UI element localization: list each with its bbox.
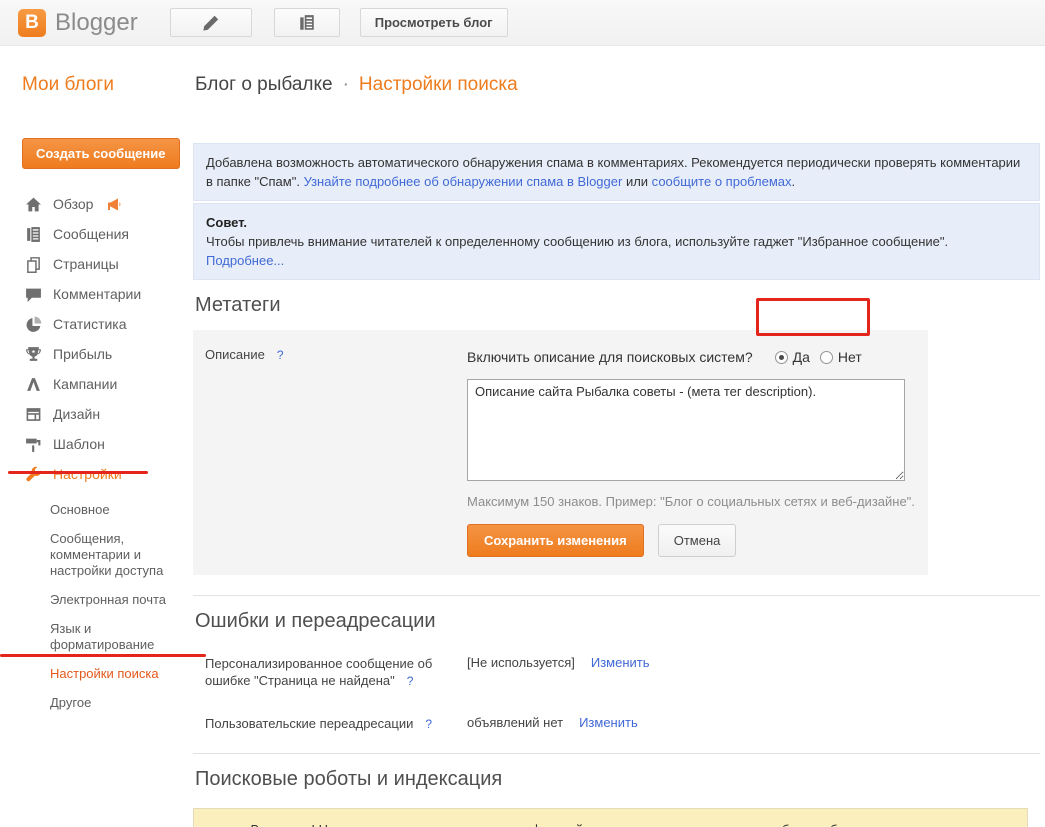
breadcrumb: Блог о рыбалке · Настройки поиска — [195, 74, 518, 96]
save-changes-button[interactable]: Сохранить изменения — [467, 524, 644, 557]
custom-404-label: Персонализированное сообщение об ошибке … — [205, 655, 467, 690]
posts-icon — [25, 226, 42, 243]
section-divider — [193, 595, 1040, 596]
spam-notice: Добавлена возможность автоматического об… — [193, 143, 1040, 201]
section-divider — [193, 753, 1040, 754]
report-problems-link[interactable]: сообщите о проблемах — [652, 174, 792, 189]
spam-notice-after: . — [792, 174, 796, 189]
design-layout-icon — [25, 406, 42, 423]
home-icon — [25, 196, 42, 213]
custom-redirects-edit-link[interactable]: Изменить — [579, 715, 638, 730]
enable-description-row: Включить описание для поисковых систем? … — [467, 345, 928, 369]
tip-notice: Совет. Чтобы привлечь внимание читателей… — [193, 203, 1040, 280]
enable-description-question: Включить описание для поисковых систем? — [467, 349, 753, 365]
sidebar-item-settings[interactable]: Настройки — [0, 459, 193, 489]
subnav-item-language-formatting[interactable]: Язык и форматирование — [50, 621, 178, 653]
custom-404-edit-link[interactable]: Изменить — [591, 655, 650, 670]
sidebar-item-label: Шаблон — [53, 436, 105, 452]
breadcrumb-row: Мои блоги Блог о рыбалке · Настройки поиск… — [0, 46, 1045, 124]
subnav-item-posts-comments-access[interactable]: Сообщения, комментарии и настройки досту… — [50, 531, 178, 579]
new-post-button[interactable] — [170, 8, 252, 37]
help-question-icon[interactable]: ? — [277, 348, 284, 362]
blogger-logo-text: Blogger — [55, 9, 138, 37]
breadcrumb-separator: · — [343, 74, 349, 95]
sidebar-item-design[interactable]: Дизайн — [0, 399, 193, 429]
settings-wrench-icon — [25, 466, 42, 483]
description-help-text: Максимум 150 знаков. Пример: "Блог о соц… — [467, 494, 928, 509]
sidebar-item-campaigns[interactable]: Кампании — [0, 369, 193, 399]
radio-yes-label[interactable]: Да — [793, 349, 810, 365]
help-question-icon[interactable]: ? — [425, 717, 432, 731]
my-blogs-link[interactable]: Мои блоги — [22, 74, 114, 96]
tip-text: Чтобы привлечь внимание читателей к опре… — [206, 234, 948, 249]
sidebar-item-label: Дизайн — [53, 406, 100, 422]
sidebar-item-comments[interactable]: Комментарии — [0, 279, 193, 309]
blogger-logo-icon[interactable]: B — [18, 9, 46, 37]
radio-no[interactable] — [820, 351, 833, 364]
sidebar-item-earnings[interactable]: Прибыль — [0, 339, 193, 369]
sidebar-item-stats[interactable]: Статистика — [0, 309, 193, 339]
subnav-item-email[interactable]: Электронная почта — [50, 592, 178, 608]
template-roller-icon — [25, 436, 42, 453]
tip-title: Совет. — [206, 215, 247, 230]
breadcrumb-current-page: Настройки поиска — [359, 74, 518, 95]
subnav-item-basic[interactable]: Основное — [50, 502, 178, 518]
metatags-heading: Метатеги — [195, 294, 1040, 317]
spam-notice-middle: или — [622, 174, 651, 189]
subnav-item-search-preferences[interactable]: Настройки поиска — [50, 666, 178, 682]
megaphone-icon[interactable] — [107, 198, 123, 211]
custom-redirects-label: Пользовательские переадресации? — [205, 715, 467, 733]
sidebar-item-label: Комментарии — [53, 286, 141, 302]
description-label-col: Описание? — [205, 345, 467, 557]
radio-no-label[interactable]: Нет — [838, 349, 862, 365]
pages-icon — [25, 256, 42, 273]
errors-redirects-heading: Ошибки и переадресации — [195, 610, 1040, 633]
pencil-icon — [202, 14, 220, 32]
indexing-warning-box: Внимание! Некорректное использование эти… — [193, 808, 1028, 827]
breadcrumb-blog-name[interactable]: Блог о рыбалке — [195, 74, 333, 95]
blogger-settings-page: B Blogger Просмотреть блог Мои блоги Бло… — [0, 0, 1045, 827]
doc-list-icon — [298, 14, 316, 32]
radio-yes[interactable] — [775, 351, 788, 364]
help-question-icon[interactable]: ? — [407, 674, 414, 688]
top-header: B Blogger Просмотреть блог — [0, 0, 1045, 46]
custom-404-value: [Не используется] — [467, 655, 575, 670]
earnings-trophy-icon — [25, 346, 42, 363]
sidebar-item-label: Прибыль — [53, 346, 112, 362]
view-blog-button[interactable]: Просмотреть блог — [360, 8, 508, 37]
sidebar-item-pages[interactable]: Страницы — [0, 249, 193, 279]
campaigns-icon — [25, 376, 42, 393]
content-area: Добавлена возможность автоматического об… — [193, 124, 1045, 827]
yes-no-radio-group: Да Нет — [775, 349, 872, 365]
cancel-button[interactable]: Отмена — [658, 524, 737, 557]
sidebar-item-overview[interactable]: Обзор — [0, 189, 193, 219]
custom-redirects-value: объявлений нет — [467, 715, 563, 730]
sidebar-item-label: Статистика — [53, 316, 127, 332]
description-label: Описание — [205, 347, 265, 362]
sidebar-item-label: Страницы — [53, 256, 119, 272]
description-textarea[interactable]: Описание сайта Рыбалка советы - (мета те… — [467, 379, 905, 481]
custom-404-label-text: Персонализированное сообщение об ошибке … — [205, 656, 432, 688]
create-post-button[interactable]: Создать сообщение — [22, 138, 180, 169]
sidebar-item-label: Кампании — [53, 376, 117, 392]
sidebar-item-label: Сообщения — [53, 226, 129, 242]
custom-redirects-label-text: Пользовательские переадресации — [205, 716, 413, 731]
sidebar-item-label: Настройки — [53, 466, 122, 482]
sidebar: Создать сообщение Обзор Сообщения — [0, 124, 193, 724]
stats-icon — [25, 316, 42, 333]
custom-404-row: Персонализированное сообщение об ошибке … — [205, 655, 1040, 690]
custom-redirects-row: Пользовательские переадресации? объявлен… — [205, 715, 1040, 733]
description-form: Описание? Включить описание для поисковы… — [193, 330, 928, 575]
sidebar-item-posts[interactable]: Сообщения — [0, 219, 193, 249]
comments-icon — [25, 286, 42, 303]
tip-more-link[interactable]: Подробнее... — [206, 253, 284, 268]
sidebar-nav: Обзор Сообщения Страницы — [0, 189, 193, 711]
crawlers-indexing-heading: Поисковые роботы и индексация — [195, 768, 1040, 791]
sidebar-item-label: Обзор — [53, 196, 93, 212]
subnav-item-other[interactable]: Другое — [50, 695, 178, 711]
settings-subnav: Основное Сообщения, комментарии и настро… — [0, 502, 193, 711]
spam-learn-more-link[interactable]: Узнайте подробнее об обнаружении спама в… — [304, 174, 623, 189]
sidebar-item-template[interactable]: Шаблон — [0, 429, 193, 459]
post-list-button[interactable] — [274, 8, 340, 37]
